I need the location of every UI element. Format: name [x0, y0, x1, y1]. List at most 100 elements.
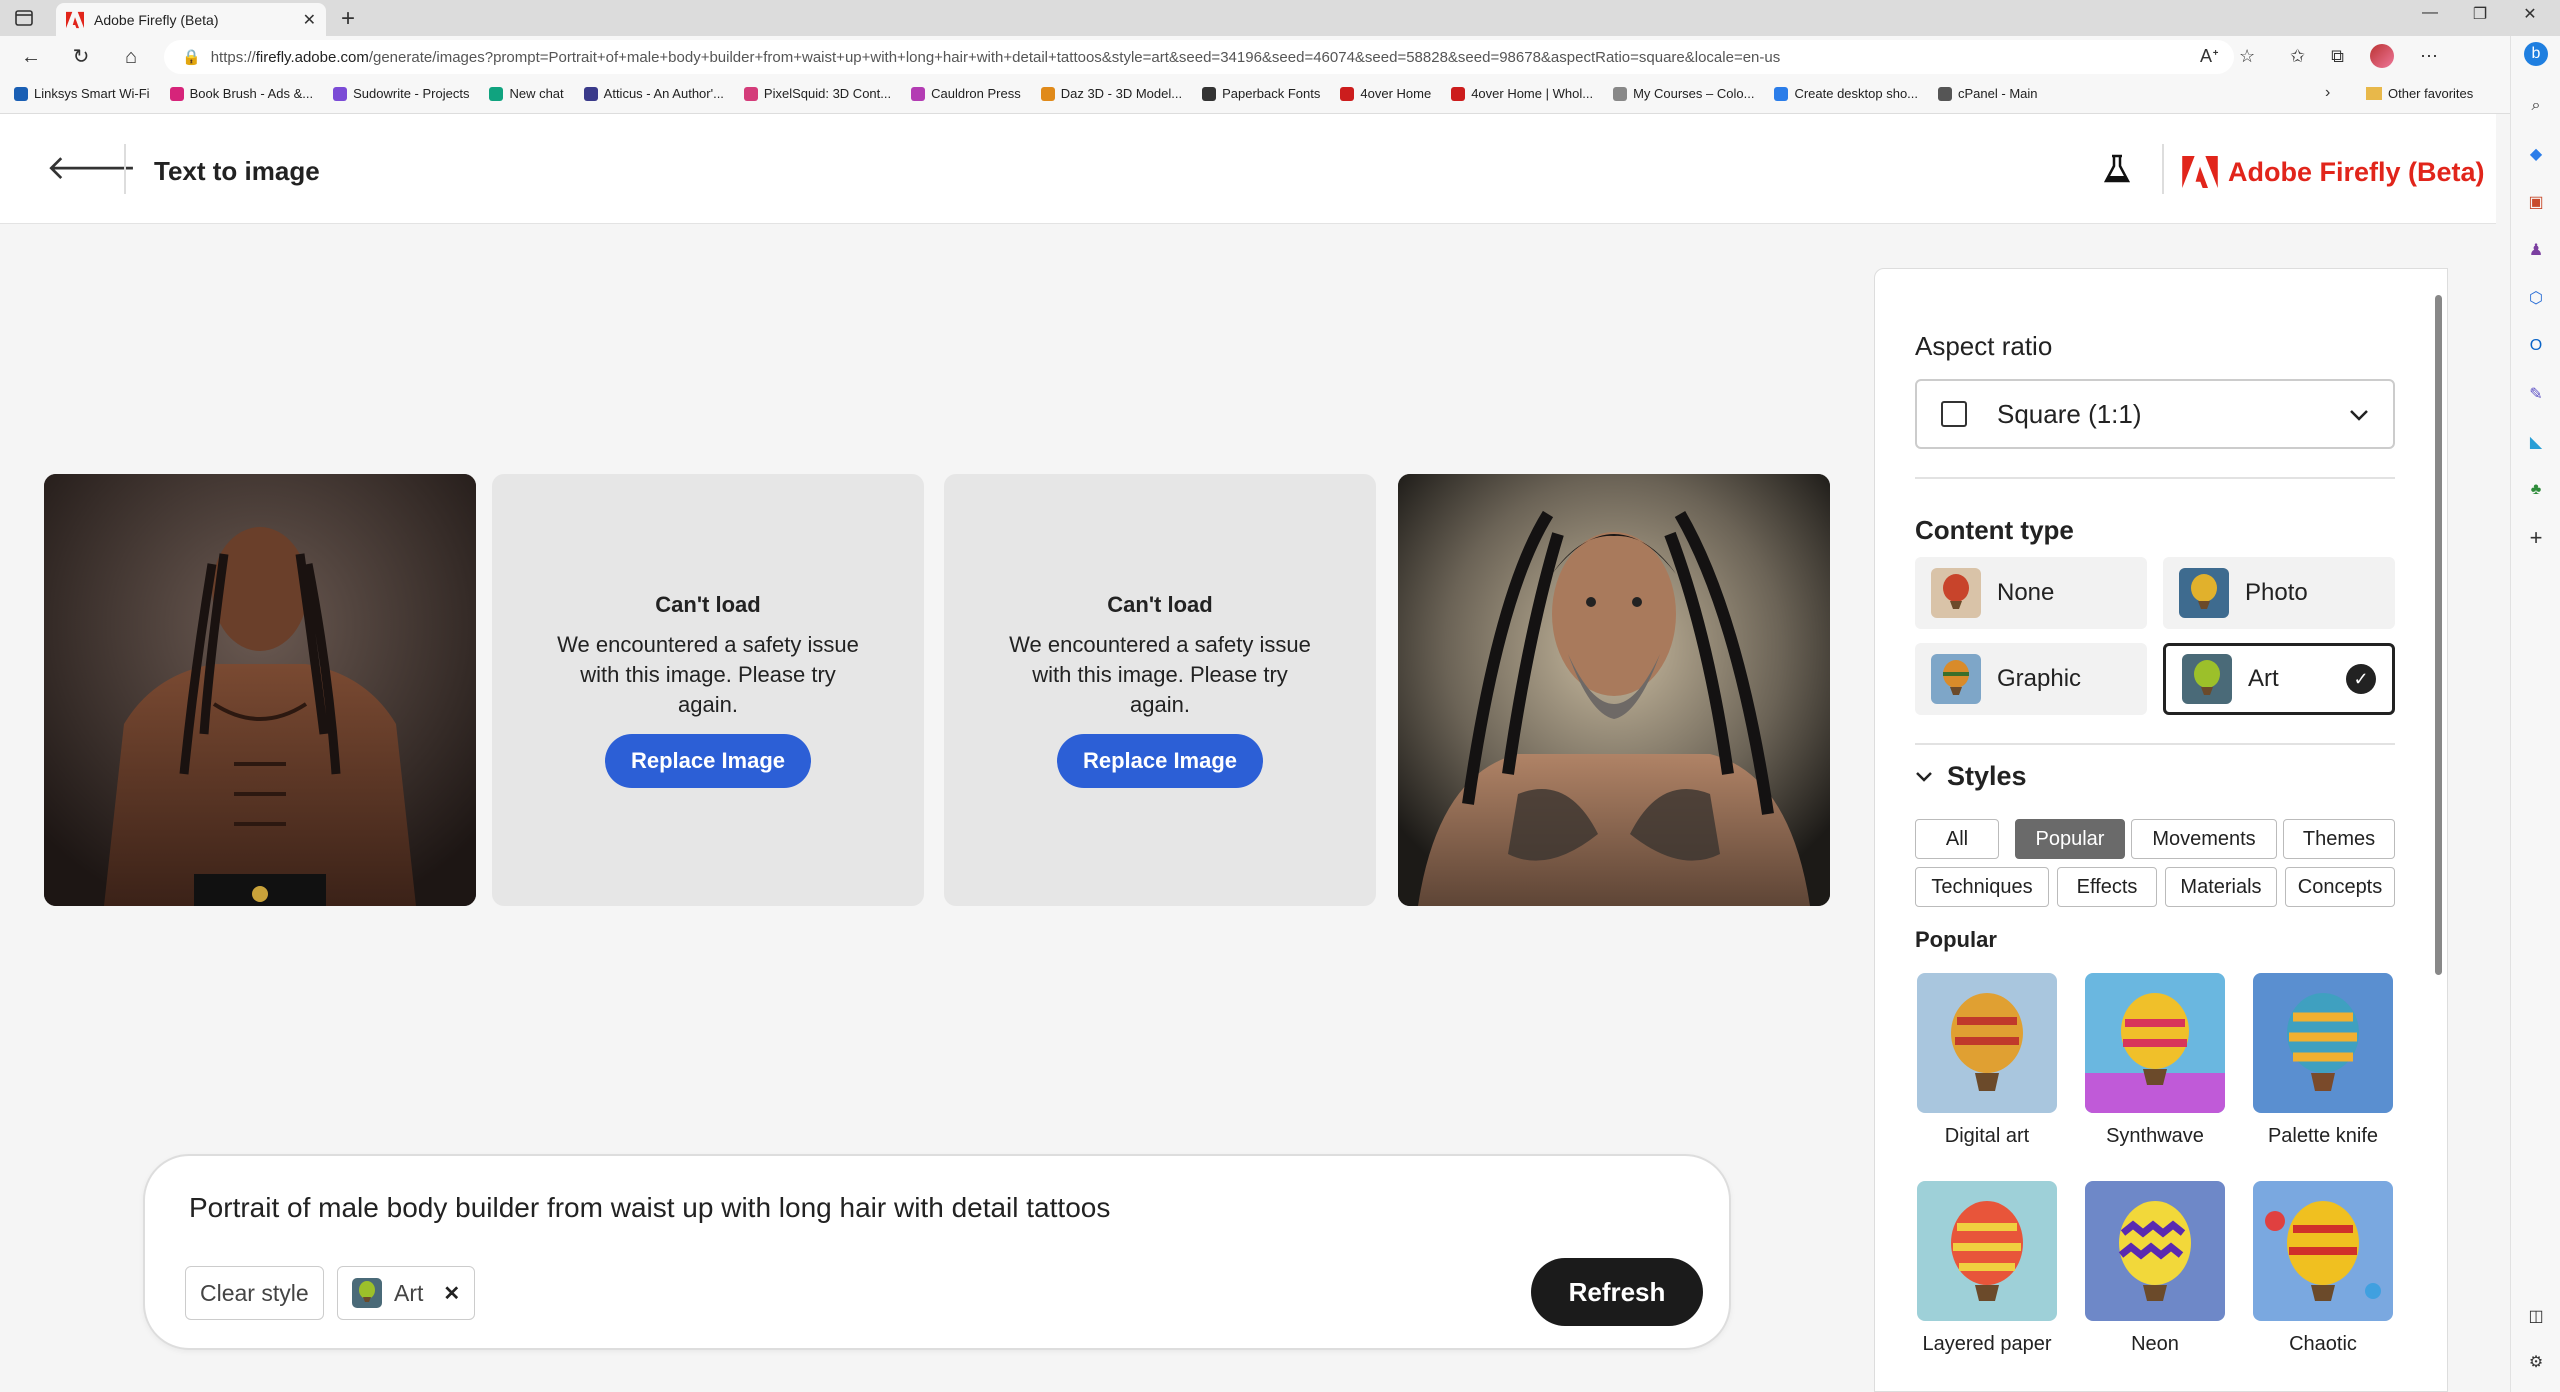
style-tile-digital-art[interactable]: Digital art	[1917, 973, 2057, 1148]
panel-scrollbar[interactable]	[2433, 279, 2443, 1383]
balloon-thumbnail-icon	[1931, 654, 1981, 704]
bookmark-item[interactable]: New chat	[489, 86, 564, 101]
styles-heading-label: Styles	[1947, 761, 2027, 791]
collections-icon[interactable]: ⧉	[2331, 46, 2344, 67]
tree-icon[interactable]: ♣	[2524, 478, 2548, 502]
bookmark-item[interactable]: Create desktop sho...	[1774, 86, 1918, 101]
settings-gear-icon[interactable]: ⚙	[2524, 1350, 2548, 1374]
minimize-icon[interactable]: —	[2410, 4, 2450, 22]
bookmark-label: Daz 3D - 3D Model...	[1060, 86, 1183, 101]
style-tile-palette-knife[interactable]: Palette knife	[2253, 973, 2393, 1148]
aspect-ratio-select[interactable]: Square (1:1)	[1915, 379, 2395, 449]
panel-scrollbar-thumb[interactable]	[2435, 295, 2442, 975]
window-close-icon[interactable]: ✕	[2510, 4, 2550, 24]
beaker-icon[interactable]	[2103, 154, 2131, 192]
generated-image-1[interactable]	[44, 474, 476, 906]
add-sidebar-icon[interactable]: +	[2524, 525, 2548, 550]
bookmark-item[interactable]: Atticus - An Author'...	[583, 86, 724, 101]
style-tile-chaotic[interactable]: Chaotic	[2253, 1181, 2393, 1356]
profile-avatar[interactable]	[2369, 44, 2394, 68]
search-icon[interactable]: ⌕	[2524, 94, 2548, 118]
bookmark-item[interactable]: Linksys Smart Wi-Fi	[14, 86, 150, 101]
outlook-icon[interactable]: O	[2524, 334, 2548, 358]
bookmark-item[interactable]: Book Brush - Ads &...	[169, 86, 313, 101]
prompt-input[interactable]: Portrait of male body builder from waist…	[189, 1192, 1110, 1224]
replace-image-button[interactable]: Replace Image	[1056, 734, 1264, 788]
style-tab-popular[interactable]: Popular	[2015, 819, 2125, 859]
style-tab-materials[interactable]: Materials	[2165, 867, 2277, 907]
reload-icon[interactable]: ↻	[68, 45, 94, 69]
new-tab-button[interactable]: +	[334, 5, 362, 33]
shopping-tag-icon[interactable]: ◆	[2524, 142, 2548, 166]
replace-image-button[interactable]: Replace Image	[604, 734, 812, 788]
back-arrow-icon[interactable]: ←	[18, 45, 44, 69]
style-tab-effects[interactable]: Effects	[2057, 867, 2157, 907]
bookmark-item[interactable]: 4over Home	[1340, 86, 1431, 101]
maximize-icon[interactable]: ❐	[2460, 4, 2500, 24]
style-tab-movements[interactable]: Movements	[2131, 819, 2277, 859]
style-tile-synthwave[interactable]: Synthwave	[2085, 973, 2225, 1148]
style-tab-all[interactable]: All	[1915, 819, 1999, 859]
sidebar-layout-icon[interactable]: ◫	[2524, 1304, 2548, 1328]
refresh-button[interactable]: Refresh	[1531, 1258, 1703, 1326]
drop-icon[interactable]: ◣	[2524, 430, 2548, 454]
style-chip-art[interactable]: Art ✕	[337, 1266, 476, 1320]
balloon-thumbnail-icon	[352, 1278, 382, 1308]
bookmark-item[interactable]: Daz 3D - 3D Model...	[1040, 86, 1183, 101]
clear-style-button[interactable]: Clear style	[185, 1266, 324, 1320]
style-tile-layered-paper[interactable]: Layered paper	[1917, 1181, 2057, 1356]
other-favorites[interactable]: Other favorites	[2366, 86, 2473, 101]
bookmark-item[interactable]: Paperback Fonts	[1202, 86, 1320, 101]
home-icon[interactable]: ⌂	[118, 45, 144, 69]
content-type-graphic[interactable]: Graphic	[1915, 643, 2147, 715]
bookmark-item[interactable]: 4over Home | Whol...	[1451, 86, 1593, 101]
browser-address-bar: ← ↻ ⌂ 🔒 https://firefly.adobe.com/genera…	[0, 36, 2510, 78]
bookmark-item[interactable]: cPanel - Main	[1938, 86, 2038, 101]
bookmark-item[interactable]: Sudowrite - Projects	[333, 86, 469, 101]
divider	[1915, 477, 2395, 479]
bookmark-item[interactable]: PixelSquid: 3D Cont...	[743, 86, 892, 101]
bookmark-favicon-icon	[489, 86, 504, 101]
tab-close-icon[interactable]: ✕	[303, 10, 316, 30]
bookmark-favicon-icon	[1040, 86, 1055, 101]
back-arrow-icon[interactable]: 🡐	[46, 150, 137, 190]
bookmark-item[interactable]: Cauldron Press	[911, 86, 1021, 101]
style-tile-neon[interactable]: Neon	[2085, 1181, 2225, 1356]
lock-icon: 🔒	[182, 49, 201, 66]
bookmark-favicon-icon	[333, 86, 348, 101]
brand: Adobe Firefly (Beta)	[2182, 156, 2485, 188]
favorite-star-icon[interactable]: ☆	[2239, 46, 2255, 67]
games-icon[interactable]: ♟	[2524, 238, 2548, 262]
style-tab-concepts[interactable]: Concepts	[2285, 867, 2395, 907]
chevron-down-icon	[2349, 401, 2369, 427]
style-tab-techniques[interactable]: Techniques	[1915, 867, 2049, 907]
balloon-thumbnail-icon	[2253, 1181, 2393, 1321]
prompt-box: Portrait of male body builder from waist…	[143, 1154, 1731, 1350]
more-menu-icon[interactable]: ⋯	[2420, 46, 2438, 67]
content-type-photo[interactable]: Photo	[2163, 557, 2395, 629]
tab-actions-icon[interactable]	[10, 6, 38, 30]
app-header: 🡐 Text to image Adobe Firefly (Beta)	[0, 114, 2496, 224]
url-host: firefly.adobe.com	[255, 48, 369, 66]
style-tab-themes[interactable]: Themes	[2283, 819, 2395, 859]
read-aloud-icon[interactable]: Aᐩ	[2200, 46, 2219, 67]
designer-icon[interactable]: ✎	[2524, 382, 2548, 406]
url-field[interactable]: 🔒 https://firefly.adobe.com/generate/ima…	[164, 40, 2234, 74]
favorites-icon[interactable]: ✩	[2290, 46, 2305, 67]
generated-image-2[interactable]	[1398, 474, 1830, 906]
styles-heading[interactable]: Styles	[1915, 761, 2027, 792]
content-type-none[interactable]: None	[1915, 557, 2147, 629]
copilot-icon[interactable]: b	[2524, 42, 2548, 66]
bookmark-label: PixelSquid: 3D Cont...	[763, 86, 892, 101]
bookmark-item[interactable]: My Courses – Colo...	[1613, 86, 1754, 101]
office-icon[interactable]: ⬡	[2524, 286, 2548, 310]
error-title: Can't load	[1107, 592, 1213, 617]
header-divider	[2162, 144, 2164, 194]
bookmarks-overflow-icon[interactable]: ›	[2325, 84, 2330, 102]
remove-style-icon[interactable]: ✕	[443, 1281, 460, 1306]
browser-tab-active[interactable]: Adobe Firefly (Beta) ✕	[56, 3, 326, 36]
tools-icon[interactable]: ▣	[2524, 190, 2548, 214]
balloon-thumbnail-icon	[2182, 654, 2232, 704]
style-tile-label: Synthwave	[2106, 1125, 2204, 1147]
content-type-art[interactable]: Art ✓	[2163, 643, 2395, 715]
